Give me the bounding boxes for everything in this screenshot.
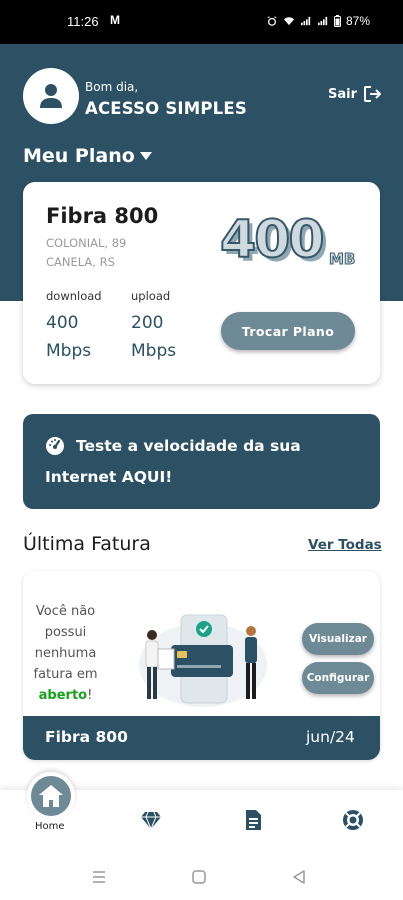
payment-illustration	[139, 614, 267, 707]
plan-name: Fibra 800	[46, 204, 159, 228]
back-icon[interactable]	[292, 870, 306, 884]
caret-down-icon	[139, 152, 152, 160]
status-bar: 11:26 M 87%	[0, 0, 403, 44]
plan-address-line2: CANELA, RS	[46, 255, 115, 269]
username: ACESSO SIMPLES	[85, 99, 247, 118]
support-icon[interactable]	[341, 808, 365, 832]
speed-test-text-line2: Internet AQUI!	[45, 468, 173, 486]
download-unit: Mbps	[46, 341, 92, 361]
upload-label: upload	[131, 289, 171, 303]
invoice-section-title: Última Fatura	[23, 533, 151, 555]
status-indicators: 87%	[266, 14, 370, 28]
home-icon	[39, 785, 63, 807]
speed-graphic-unit: MB	[328, 250, 356, 269]
avatar[interactable]	[23, 68, 79, 124]
configure-invoice-button[interactable]: Configurar	[302, 662, 374, 694]
nav-home-label: Home	[35, 821, 65, 832]
download-number: 400	[46, 313, 79, 333]
status-time: 11:26	[67, 14, 99, 29]
battery-icon	[333, 15, 341, 27]
download-value: 400 Mbps	[46, 309, 91, 365]
speed-test-text-line1: Teste a velocidade da sua	[76, 437, 301, 455]
home-system-icon[interactable]	[192, 870, 206, 884]
plan-section-label: Meu Plano	[23, 145, 135, 167]
no-invoice-message: Você não possui nenhuma fatura em aberto…	[27, 601, 104, 706]
speed-graphic-number: 400	[219, 209, 326, 271]
invoice-month: jun/24	[306, 728, 355, 746]
plan-address-line1: COLONIAL, 89	[46, 236, 127, 250]
upload-number: 200	[131, 313, 164, 333]
view-invoice-button[interactable]: Visualizar	[302, 623, 374, 655]
upload-value: 200 Mbps	[131, 309, 176, 365]
logout-icon	[364, 86, 382, 102]
no-invoice-highlight: aberto	[38, 688, 88, 703]
invoice-footer: Fibra 800 jun/24	[23, 716, 380, 760]
battery-level: 87%	[345, 14, 370, 28]
signal-icon	[300, 16, 311, 26]
change-plan-button[interactable]: Trocar Plano	[221, 312, 355, 350]
download-label: download	[46, 289, 102, 303]
recent-apps-icon[interactable]	[92, 870, 106, 884]
speed-test-banner[interactable]: Teste a velocidade da sua Internet AQUI!	[23, 414, 380, 509]
nav-home-button[interactable]	[27, 772, 75, 820]
wifi-icon	[283, 17, 294, 26]
signal-icon-2	[317, 16, 328, 26]
logout-button[interactable]: Sair	[328, 85, 383, 103]
alarm-icon	[267, 16, 277, 26]
logout-label: Sair	[328, 86, 358, 102]
upload-unit: Mbps	[131, 341, 177, 361]
invoice-plan-name: Fibra 800	[45, 728, 128, 746]
user-icon	[40, 84, 62, 108]
speedometer-icon	[46, 437, 64, 455]
invoice-card: Você não possui nenhuma fatura em aberto…	[23, 571, 380, 760]
plan-card: Fibra 800 COLONIAL, 89 CANELA, RS 400 MB…	[23, 182, 380, 384]
no-invoice-text: Você não possui nenhuma fatura em	[33, 604, 98, 682]
carrier-icon: M	[110, 13, 120, 27]
system-navigation-bar	[0, 840, 403, 900]
document-icon[interactable]	[241, 808, 265, 832]
plan-section-title[interactable]: Meu Plano	[23, 145, 153, 167]
no-invoice-end: !	[87, 688, 93, 703]
greeting-text: Bom dia,	[85, 80, 139, 94]
diamond-icon[interactable]	[139, 808, 163, 832]
see-all-link[interactable]: Ver Todas	[308, 537, 382, 553]
